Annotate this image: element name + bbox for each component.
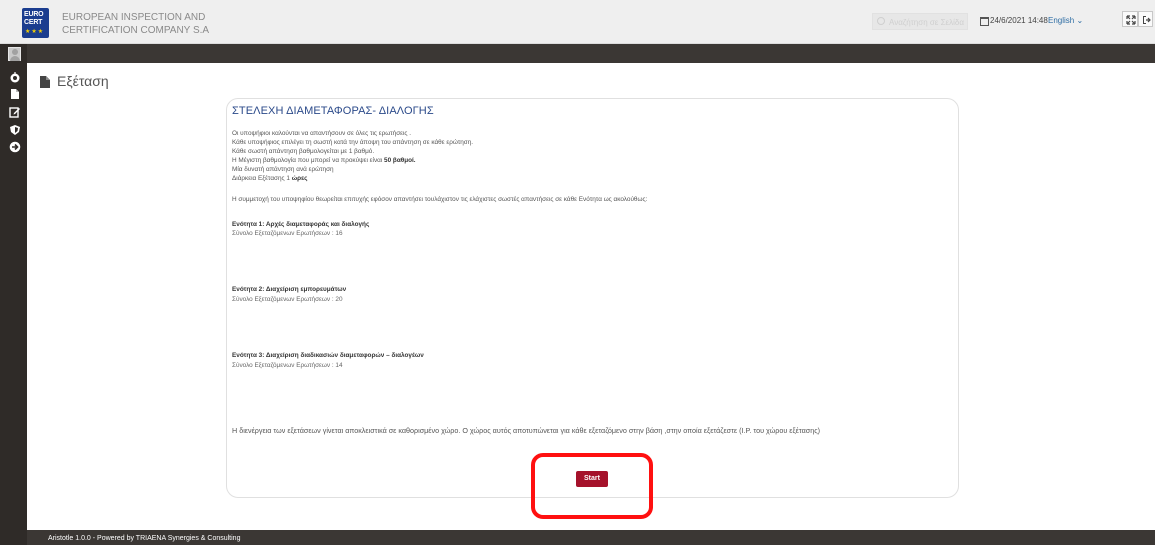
instruction-line: Οι υποψήφιοι καλούνται να απαντήσουν σε …: [232, 130, 412, 137]
page-search[interactable]: [872, 13, 968, 30]
start-button-highlight: [531, 453, 653, 519]
max-score-value: 50 βαθμοί.: [384, 157, 416, 164]
dashboard-icon[interactable]: [9, 71, 21, 83]
pass-rule-text: Η συμμετοχή του υποψηφίου θεωρείται επιτ…: [232, 196, 648, 203]
exam-location-note: Η διενέργεια των εξετάσεων γίνεται αποκλ…: [232, 426, 821, 435]
logo-stars: ★★★: [25, 29, 45, 35]
company-name-line2: CERTIFICATION COMPANY S.A: [62, 25, 210, 36]
company-name: EUROPEAN INSPECTION AND CERTIFICATION CO…: [62, 11, 209, 37]
search-icon: [877, 17, 885, 25]
duration-line: Διάρκεια Εξέτασης 1 ώρες: [232, 174, 307, 183]
avatar-head: [12, 49, 18, 55]
sidebar: [0, 44, 27, 545]
expand-icon: [1126, 15, 1136, 25]
file-icon[interactable]: [9, 88, 21, 100]
max-score-prefix: Η Μέγιστη βαθμολογία που μπορεί να προκύ…: [232, 157, 385, 164]
current-datetime: 24/6/2021 14:48: [990, 16, 1048, 25]
footer: Aristotle 1.0.0 - Powered by TRIAENA Syn…: [27, 530, 1155, 545]
calendar-icon: [980, 17, 989, 26]
search-input[interactable]: [889, 16, 965, 28]
instruction-line: Κάθε υποψήφιος επιλέγει τη σωστή κατά τη…: [232, 139, 474, 146]
page-title: Εξέταση: [57, 73, 109, 89]
logo-text-line2: CERT: [24, 19, 43, 26]
avatar-body: [10, 56, 20, 61]
edit-icon[interactable]: [9, 106, 21, 118]
section-question-count: Σύνολο Εξεταζόμενων Ερωτήσεων : 16: [232, 230, 343, 237]
duration-prefix: Διάρκεια Εξέτασης 1: [232, 175, 292, 182]
exam-title: ΣΤΕΛΕΧΗ ΔΙΑΜΕΤΑΦΟΡΑΣ- ΔΙΑΛΟΓΗΣ: [232, 105, 434, 117]
logo-text-line1: EURO: [24, 11, 44, 18]
arrow-circle-right-icon[interactable]: [9, 141, 21, 153]
top-header: EURO CERT ★★★ EUROPEAN INSPECTION AND CE…: [0, 0, 1155, 44]
max-score-line: Η Μέγιστη βαθμολογία που μπορεί να προκύ…: [232, 156, 416, 165]
shield-icon[interactable]: [9, 124, 21, 136]
instruction-line: Κάθε σωστή απάντηση βαθμολογείται με 1 β…: [232, 148, 375, 155]
section-title: Ενότητα 1: Αρχές διαμεταφοράς και διαλογ…: [232, 221, 370, 228]
instruction-line: Μία δυνατή απάντηση ανά ερώτηση: [232, 166, 334, 173]
logout-icon: [1143, 16, 1151, 24]
page-file-icon: [40, 76, 50, 88]
language-selector[interactable]: English ⌄: [1048, 16, 1083, 25]
section-question-count: Σύνολο Εξεταζόμενων Ερωτήσεων : 14: [232, 362, 343, 369]
avatar[interactable]: [8, 47, 21, 61]
eurocert-logo[interactable]: EURO CERT ★★★: [22, 8, 49, 38]
chevron-down-icon: ⌄: [1076, 16, 1084, 25]
section-title: Ενότητα 2: Διαχείριση εμπορευμάτων: [232, 286, 347, 293]
language-label: English: [1048, 16, 1075, 25]
section-title: Ενότητα 3: Διαχείριση διαδικασιών διαμετ…: [232, 352, 424, 359]
fullscreen-button[interactable]: [1122, 11, 1138, 27]
section-question-count: Σύνολο Εξεταζόμενων Ερωτήσεων : 20: [232, 296, 343, 303]
logout-button[interactable]: [1138, 11, 1153, 27]
toolbar-strip: [0, 44, 1155, 63]
footer-text: Aristotle 1.0.0 - Powered by TRIAENA Syn…: [48, 535, 241, 542]
app-window: EURO CERT ★★★ EUROPEAN INSPECTION AND CE…: [0, 0, 1155, 545]
duration-unit: ώρες: [291, 175, 308, 182]
company-name-line1: EUROPEAN INSPECTION AND: [62, 12, 206, 23]
